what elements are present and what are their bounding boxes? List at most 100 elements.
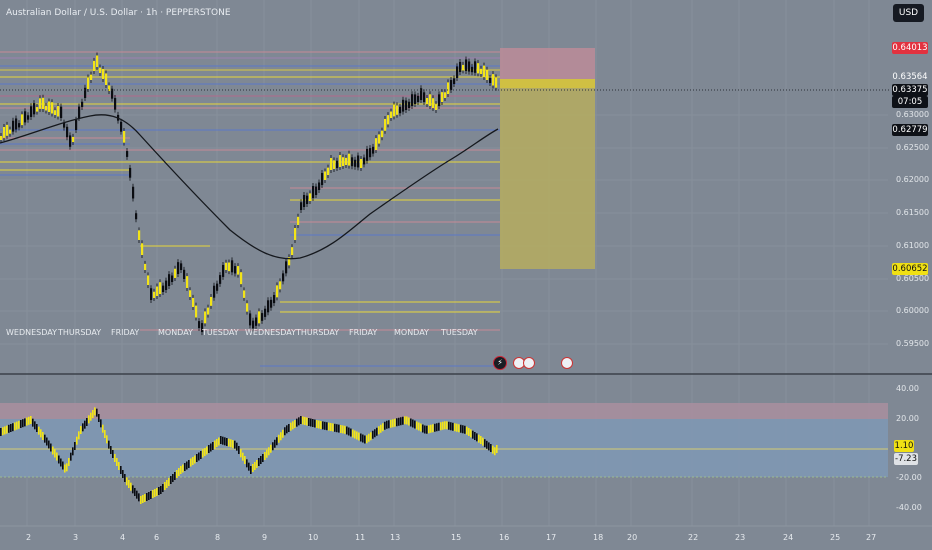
oscillator-bar (26, 417, 28, 426)
oscillator-bar (74, 442, 76, 450)
countdown-tag: 07:05 (892, 96, 928, 108)
time-axis-label: 24 (783, 533, 794, 542)
oscillator-bar (312, 419, 314, 427)
oscillator-bar (108, 440, 110, 449)
oscillator-bar (218, 437, 220, 446)
candle (267, 300, 270, 313)
oscillator-bar (266, 449, 268, 458)
day-label: WEDNESDAY (6, 328, 57, 337)
oscillator-bar (302, 416, 304, 425)
price-chart[interactable] (0, 0, 932, 550)
candle (447, 82, 450, 94)
oscillator-bar (380, 424, 382, 433)
oscillator-bar (480, 436, 482, 444)
candle (165, 280, 168, 290)
candle (315, 186, 318, 195)
flash-icon[interactable]: ⚡ (493, 356, 507, 370)
currency-button[interactable]: USD (893, 4, 924, 22)
oscillator-bar (484, 439, 486, 448)
oscillator-bar (448, 421, 450, 430)
oscillator-bar (282, 429, 284, 438)
oscillator-bar (162, 484, 164, 492)
candle (210, 296, 213, 306)
candle (6, 124, 9, 136)
oscillator-bar (490, 444, 492, 452)
time-axis-label: 2 (26, 533, 32, 542)
time-axis-label: 17 (546, 533, 557, 542)
oscillator-bar (158, 487, 160, 495)
candle (471, 66, 474, 73)
candle (297, 216, 300, 225)
oscillator-bar (196, 454, 198, 462)
candle (381, 130, 384, 138)
oscillator-bar (332, 423, 334, 432)
oscillator-bar (232, 440, 234, 448)
us-flag-icon[interactable] (561, 357, 573, 369)
chart-area[interactable]: Australian Dollar / U.S. Dollar · 1h · P… (0, 0, 932, 550)
oscillator-bar (444, 421, 446, 430)
candle (330, 158, 333, 170)
oscillator-bar (130, 482, 132, 491)
target-zone[interactable] (500, 48, 595, 79)
oscillator-bar (12, 423, 14, 432)
oscillator-bar (356, 431, 358, 440)
oscillator-bar (374, 429, 376, 438)
price-axis-label: 0.62000 (896, 175, 930, 184)
oscillator-bar (328, 422, 330, 431)
oscillator-bar (272, 442, 274, 451)
oscillator-bar (100, 419, 102, 428)
candle (141, 243, 144, 255)
oscillator-bar (176, 470, 178, 478)
oscillator-bar (424, 425, 426, 434)
oscillator-bar (456, 423, 458, 432)
candle (213, 285, 216, 298)
oscillator-bar (206, 446, 208, 455)
candle (231, 260, 234, 273)
price-axis-label: 0.61000 (896, 241, 930, 250)
candle (348, 153, 351, 166)
oscillator-bar (86, 418, 88, 426)
day-label: THURSDAY (296, 328, 340, 337)
oscillator-bar (234, 440, 236, 449)
oscillator-bar (478, 434, 480, 443)
oscillator-bar (292, 421, 294, 430)
stop-zone[interactable] (500, 88, 595, 269)
oscillator-bar (462, 425, 464, 434)
candle (393, 104, 396, 117)
candle (291, 247, 294, 255)
oscillator-overbought-band (0, 403, 888, 419)
candle (321, 173, 324, 185)
candle (12, 120, 15, 132)
candle (216, 283, 219, 291)
candle (363, 157, 366, 165)
candle (54, 110, 57, 115)
candle (264, 308, 267, 317)
oscillator-bar (72, 447, 74, 456)
candle (123, 131, 126, 143)
oscillator-bar (492, 445, 494, 454)
oscillator-bar (284, 427, 286, 436)
candle (78, 106, 81, 118)
price-axis-label: 0.60000 (896, 306, 930, 315)
candle (351, 157, 354, 167)
us-flag-icon[interactable] (523, 357, 535, 369)
oscillator-bar (186, 461, 188, 470)
oscillator-bar (134, 488, 136, 496)
oscillator-bar (322, 421, 324, 430)
candle (18, 123, 21, 128)
oscillator-bar (198, 452, 200, 461)
oscillator-bar (396, 418, 398, 427)
oscillator-bar (84, 420, 86, 429)
oscillator-bar (434, 423, 436, 432)
oscillator-bar (386, 420, 388, 429)
oscillator-bar (70, 452, 72, 461)
price-axis-label: 0.59500 (896, 339, 930, 348)
oscillator-bar (270, 444, 272, 453)
price-axis-label: 0.62500 (896, 143, 930, 152)
oscillator-bar (90, 412, 92, 421)
oscillator-bar (48, 440, 50, 449)
candle (342, 157, 345, 166)
oscillator-bar (188, 460, 190, 468)
candle (435, 104, 438, 110)
oscillator-bar (306, 417, 308, 426)
